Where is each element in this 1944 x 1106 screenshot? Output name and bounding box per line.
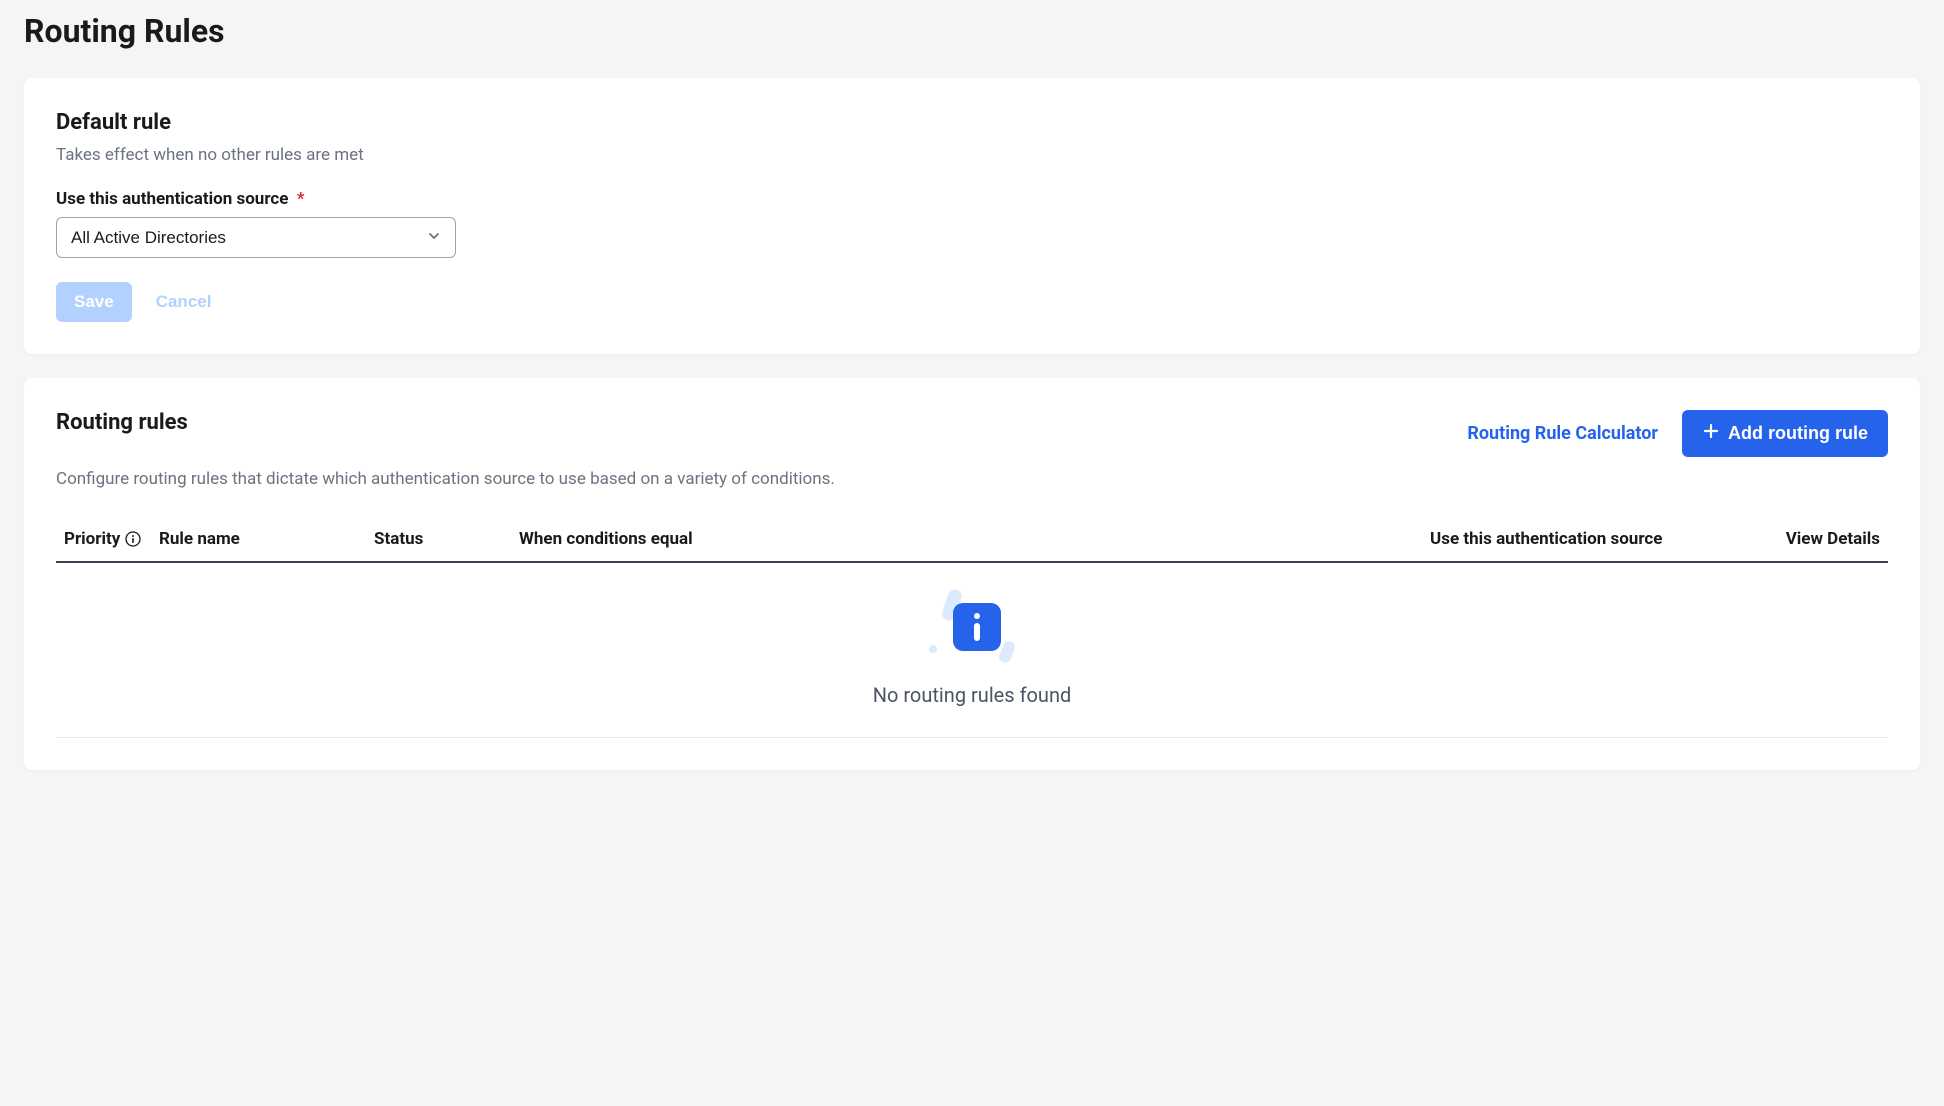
routing-rules-description: Configure routing rules that dictate whi… — [56, 469, 1888, 489]
default-rule-subtitle: Takes effect when no other rules are met — [56, 145, 1888, 165]
auth-source-select-wrapper: All Active Directories — [56, 217, 456, 258]
column-status: Status — [374, 529, 519, 549]
column-conditions: When conditions equal — [519, 529, 1430, 549]
column-priority-label: Priority — [64, 529, 120, 549]
empty-state-text: No routing rules found — [873, 683, 1072, 707]
column-view-details: View Details — [1750, 529, 1880, 549]
info-icon[interactable] — [124, 530, 142, 548]
routing-rules-header: Routing rules Routing Rule Calculator Ad… — [56, 410, 1888, 457]
default-rule-buttons: Save Cancel — [56, 282, 1888, 322]
default-rule-card: Default rule Takes effect when no other … — [24, 78, 1920, 354]
routing-rules-title: Routing rules — [56, 410, 1467, 435]
auth-source-label-text: Use this authentication source — [56, 189, 288, 209]
routing-rules-card: Routing rules Routing Rule Calculator Ad… — [24, 378, 1920, 770]
routing-rule-calculator-link[interactable]: Routing Rule Calculator — [1467, 423, 1658, 444]
column-priority: Priority — [64, 529, 159, 549]
empty-state: No routing rules found — [56, 563, 1888, 738]
routing-rules-header-left: Routing rules — [56, 410, 1467, 445]
empty-state-icon — [927, 587, 1017, 667]
save-button[interactable]: Save — [56, 282, 132, 322]
routing-rules-header-actions: Routing Rule Calculator Add routing rule — [1467, 410, 1888, 457]
routing-rules-table-header: Priority Rule name Status When condition… — [56, 517, 1888, 563]
add-routing-rule-button[interactable]: Add routing rule — [1682, 410, 1888, 457]
add-routing-rule-label: Add routing rule — [1728, 423, 1868, 444]
auth-source-label: Use this authentication source * — [56, 189, 1888, 209]
auth-source-select[interactable]: All Active Directories — [56, 217, 456, 258]
plus-icon — [1702, 422, 1720, 445]
page-title: Routing Rules — [24, 12, 1920, 50]
required-asterisk: * — [297, 189, 305, 209]
default-rule-title: Default rule — [56, 110, 1888, 135]
column-auth-source: Use this authentication source — [1430, 529, 1750, 549]
cancel-button[interactable]: Cancel — [148, 282, 220, 322]
info-square-icon — [953, 603, 1001, 651]
column-rule-name: Rule name — [159, 529, 374, 549]
